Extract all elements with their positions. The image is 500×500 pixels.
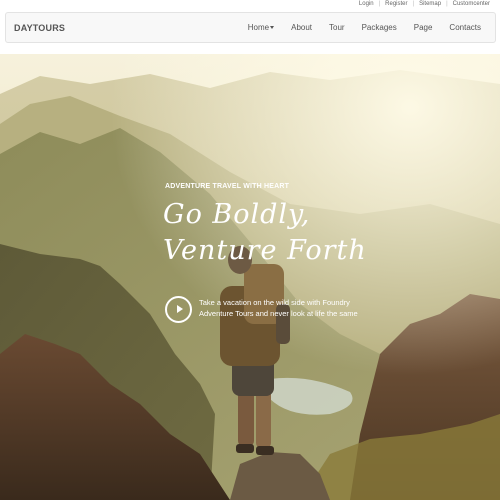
nav-item-about[interactable]: About [291, 23, 312, 32]
nav-item-label: About [291, 23, 313, 32]
sitemap-link[interactable]: Sitemap [419, 1, 441, 7]
login-link[interactable]: Login [359, 1, 374, 7]
nav-item-page[interactable]: Page [414, 23, 433, 32]
hero-headline-line: Go Boldly, [163, 199, 311, 230]
nav-item-label: Home [247, 23, 270, 32]
register-link[interactable]: Register [385, 1, 407, 7]
hero-background-image [0, 54, 500, 500]
nav-item-packages[interactable]: Packages [362, 23, 397, 32]
nav-item-contacts[interactable]: Contacts [449, 23, 481, 32]
play-video-button[interactable] [165, 296, 192, 323]
hero-description: Take a vacation on the wild side with Fo… [199, 298, 358, 318]
nav-menu: Home About Tour Packages Page Contacts [231, 23, 481, 32]
hero-section: ADVENTURE TRAVEL WITH HEART Go Boldly, V… [0, 54, 500, 500]
top-separator: | [446, 1, 448, 7]
nav-item-label: Page [413, 23, 433, 32]
nav-item-label: Contacts [449, 23, 481, 32]
top-bar: Login | Register | Sitemap | Customcente… [0, 0, 500, 12]
main-navbar: DAYTOURS Home About Tour Packages Page C… [5, 12, 496, 43]
top-links: Login | Register | Sitemap | Customcente… [359, 1, 490, 7]
nav-item-label: Packages [361, 23, 397, 32]
nav-item-tour[interactable]: Tour [329, 23, 345, 32]
top-separator: | [412, 1, 415, 7]
play-icon [177, 305, 183, 313]
caret-down-icon [270, 26, 275, 29]
nav-item-label: Tour [329, 23, 345, 32]
hero-tagline: ADVENTURE TRAVEL WITH HEART [165, 183, 290, 190]
brand-logo[interactable]: DAYTOURS [14, 23, 65, 33]
customcenter-link[interactable]: Customcenter [453, 1, 490, 7]
top-separator: | [378, 1, 381, 7]
hero-headline-line: Venture Forth [163, 235, 367, 266]
hero-headline: Go Boldly, Venture Forth [163, 197, 367, 269]
nav-item-home[interactable]: Home [247, 23, 275, 32]
